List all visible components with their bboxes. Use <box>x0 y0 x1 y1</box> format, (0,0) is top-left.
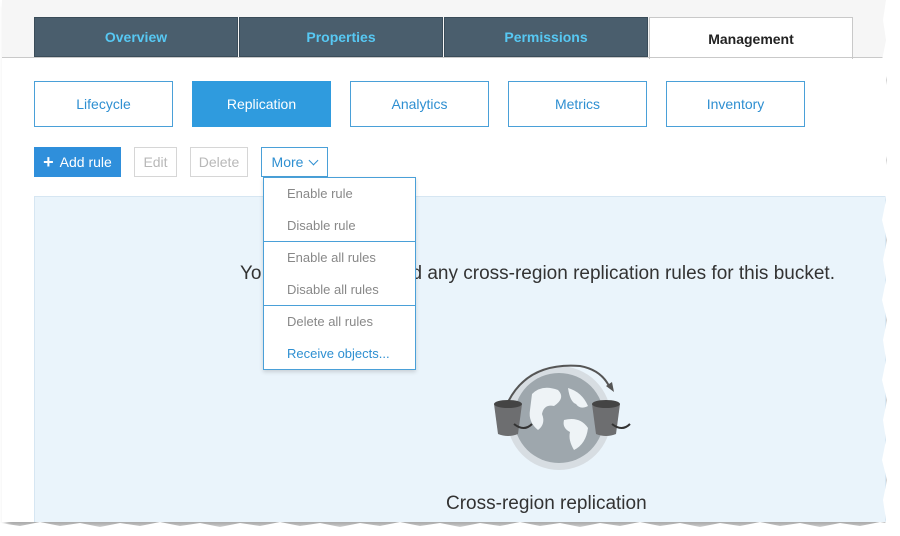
subtab-metrics[interactable]: Metrics <box>508 81 647 127</box>
subtab-lifecycle[interactable]: Lifecycle <box>34 81 173 127</box>
subtab-analytics[interactable]: Analytics <box>350 81 489 127</box>
add-rule-label: Add rule <box>59 154 112 170</box>
menu-item-enable-all-rules[interactable]: Enable all rules <box>264 242 415 274</box>
page: Overview Properties Permissions Manageme… <box>2 0 887 522</box>
tab-management[interactable]: Management <box>649 17 853 59</box>
chevron-down-icon <box>309 155 319 165</box>
empty-message-start: Yo <box>240 263 262 284</box>
empty-message-rest: d any cross-region replication rules for… <box>411 263 835 284</box>
rules-toolbar: + Add rule Edit Delete More <box>34 147 328 177</box>
torn-right-edge <box>882 0 900 536</box>
more-label: More <box>271 154 304 170</box>
more-dropdown-menu: Enable rule Disable rule Enable all rule… <box>263 177 416 370</box>
add-rule-button[interactable]: + Add rule <box>34 147 121 177</box>
illustration-caption: Cross-region replication <box>446 493 647 514</box>
menu-item-delete-all-rules[interactable]: Delete all rules <box>264 306 415 338</box>
menu-item-receive-objects[interactable]: Receive objects... <box>264 338 415 370</box>
subtab-inventory[interactable]: Inventory <box>666 81 805 127</box>
menu-item-disable-all-rules[interactable]: Disable all rules <box>264 274 415 306</box>
replication-empty-panel <box>34 196 886 522</box>
tabs-baseline <box>2 57 886 58</box>
menu-item-disable-rule[interactable]: Disable rule <box>264 210 415 242</box>
tab-properties[interactable]: Properties <box>239 17 443 57</box>
edit-button[interactable]: Edit <box>134 147 177 177</box>
tab-permissions[interactable]: Permissions <box>444 17 648 57</box>
sub-tabs: Lifecycle Replication Analytics Metrics … <box>34 81 824 127</box>
delete-button[interactable]: Delete <box>190 147 248 177</box>
main-tabs: Overview Properties Permissions Manageme… <box>34 17 854 59</box>
torn-bottom-edge <box>0 522 900 536</box>
plus-icon: + <box>43 152 54 172</box>
subtab-replication[interactable]: Replication <box>192 81 331 127</box>
globe-replication-icon <box>494 364 631 470</box>
more-button[interactable]: More <box>261 147 328 177</box>
menu-item-enable-rule[interactable]: Enable rule <box>264 178 415 210</box>
tab-overview[interactable]: Overview <box>34 17 238 57</box>
